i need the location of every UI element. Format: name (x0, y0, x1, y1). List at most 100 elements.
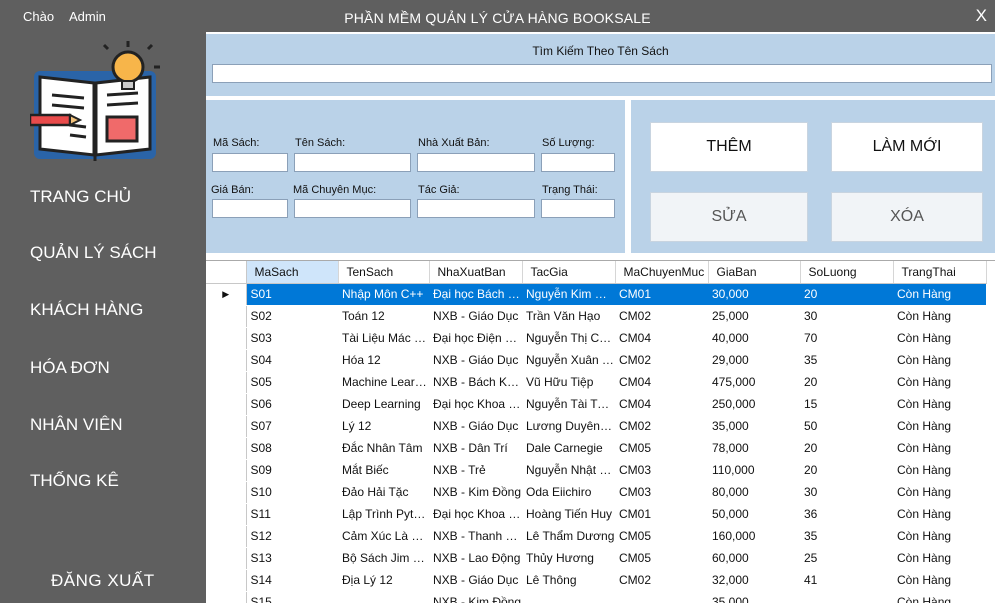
cell-trangthai[interactable]: Còn Hàng (893, 459, 986, 482)
ma-sach-input[interactable] (212, 153, 288, 172)
table-row[interactable]: S07Lý 12NXB - Giáo DụcLương Duyên BìnhCM… (206, 415, 986, 438)
cell-tacgia[interactable]: Nguyễn Nhật Ánh (522, 459, 615, 482)
cell-tacgia[interactable]: Lê Thông (522, 569, 615, 592)
cell-tacgia[interactable]: Vũ Hữu Tiệp (522, 371, 615, 394)
cell-tensach[interactable]: Đắc Nhân Tâm (338, 437, 429, 460)
ten-sach-input[interactable] (294, 153, 411, 172)
cell-giaban[interactable]: 78,000 (708, 437, 800, 460)
column-header-nhaxuatban[interactable]: NhaXuatBan (429, 261, 523, 284)
cell-nhaxuatban[interactable]: Đại học Khoa Học (429, 393, 522, 416)
row-header[interactable] (206, 305, 247, 328)
cell-tensach[interactable] (338, 591, 429, 603)
cell-trangthai[interactable]: Còn Hàng (893, 327, 986, 350)
ma-chuyen-muc-input[interactable] (294, 199, 411, 218)
cell-tensach[interactable]: Lý 12 (338, 415, 429, 438)
cell-machuyenmuc[interactable]: CM05 (615, 547, 708, 570)
cell-tacgia[interactable]: Dale Carnegie (522, 437, 615, 460)
table-row[interactable]: ▶ S01Nhập Môn C++Đại học Bách KhoaNguyễn … (206, 283, 986, 306)
table-row[interactable]: S14 Địa Lý 12 NXB - Giáo Dục Lê Thông CM02 32… (206, 569, 986, 592)
cell-machuyenmuc[interactable]: CM03 (615, 481, 708, 504)
cell-tensach[interactable]: Machine Learning (338, 371, 429, 394)
cell-trangthai[interactable]: Còn Hàng (893, 569, 986, 592)
cell-soluong[interactable]: 20 (800, 459, 893, 482)
column-header-tacgia[interactable]: TacGia (522, 261, 616, 284)
cell-nhaxuatban[interactable]: NXB - Bách Khoa (429, 371, 522, 394)
sidebar-item-customers[interactable]: KHÁCH HÀNG (30, 300, 143, 320)
cell-soluong[interactable]: 41 (800, 569, 893, 592)
cell-masach[interactable]: S10 (246, 481, 338, 504)
cell-giaban[interactable]: 25,000 (708, 305, 800, 328)
row-header[interactable] (206, 371, 247, 394)
cell-trangthai[interactable]: Còn Hàng (893, 503, 986, 526)
cell-masach[interactable]: S06 (246, 393, 338, 416)
column-header-masach[interactable]: MaSach (246, 261, 339, 284)
cell-soluong[interactable]: 25 (800, 547, 893, 570)
cell-nhaxuatban[interactable]: Đại học Bách Khoa (429, 283, 522, 306)
cell-tensach[interactable]: Nhập Môn C++ (338, 283, 429, 306)
cell-giaban[interactable]: 475,000 (708, 371, 800, 394)
column-header-giaban[interactable]: GiaBan (708, 261, 801, 284)
cell-tensach[interactable]: Cảm Xúc Là Kẻ Thù (338, 525, 429, 548)
gia-ban-input[interactable] (212, 199, 288, 218)
column-header-tensach[interactable]: TenSach (338, 261, 430, 284)
table-row[interactable]: S05 Machine Learning NXB - Bách Khoa Vũ Hữu… (206, 371, 986, 394)
column-header-trangthai[interactable]: TrangThai (893, 261, 987, 284)
cell-tacgia[interactable]: Nguyễn Thị Chung (522, 327, 615, 350)
cell-machuyenmuc[interactable]: CM04 (615, 327, 708, 350)
cell-tensach[interactable]: Deep Learning (338, 393, 429, 416)
cell-masach[interactable]: S08 (246, 437, 338, 460)
cell-tacgia[interactable]: Trần Văn Hạo (522, 305, 615, 328)
sidebar-item-invoices[interactable]: HÓA ĐƠN (30, 358, 110, 378)
cell-masach[interactable]: S04 (246, 349, 338, 372)
row-header[interactable] (206, 415, 247, 438)
cell-tacgia[interactable]: Lương Duyên Bình (522, 415, 615, 438)
cell-nhaxuatban[interactable]: NXB - Trẻ (429, 459, 522, 482)
row-header[interactable] (206, 547, 247, 570)
cell-masach[interactable]: S13 (246, 547, 338, 570)
cell-nhaxuatban[interactable]: NXB - Giáo Dục (429, 349, 522, 372)
cell-nhaxuatban[interactable]: NXB - Lao Động (429, 547, 522, 570)
column-header-machuyenmuc[interactable]: MaChuyenMuc (615, 261, 709, 284)
table-row[interactable]: S11 Lập Trình Python Đại học Khoa Học Hoàng… (206, 503, 986, 526)
column-header-soluong[interactable]: SoLuong (800, 261, 894, 284)
cell-machuyenmuc[interactable]: CM05 (615, 437, 708, 460)
table-row[interactable]: S12Cảm Xúc Là Kẻ ThùNXB - Thanh NiênLê T… (206, 525, 986, 548)
cell-soluong[interactable]: 15 (800, 393, 893, 416)
cell-nhaxuatban[interactable]: NXB - Giáo Dục (429, 305, 522, 328)
cell-machuyenmuc[interactable]: CM03 (615, 459, 708, 482)
logout-button[interactable]: ĐĂNG XUẤT (51, 571, 155, 591)
cell-tacgia[interactable] (522, 591, 615, 603)
nha-xuat-ban-input[interactable] (417, 153, 535, 172)
cell-masach[interactable]: S05 (246, 371, 338, 394)
row-header[interactable] (206, 349, 247, 372)
cell-giaban[interactable]: 160,000 (708, 525, 800, 548)
cell-masach[interactable]: S01 (246, 283, 338, 306)
cell-machuyenmuc[interactable]: CM02 (615, 569, 708, 592)
cell-trangthai[interactable]: Còn Hàng (893, 437, 986, 460)
cell-giaban[interactable]: 60,000 (708, 547, 800, 570)
cell-masach[interactable]: S07 (246, 415, 338, 438)
cell-machuyenmuc[interactable]: CM02 (615, 305, 708, 328)
cell-machuyenmuc[interactable]: CM04 (615, 393, 708, 416)
cell-trangthai[interactable]: Còn Hàng (893, 283, 986, 306)
trang-thai-input[interactable] (541, 199, 615, 218)
cell-masach[interactable]: S03 (246, 327, 338, 350)
cell-trangthai[interactable]: Còn Hàng (893, 547, 986, 570)
cell-tensach[interactable]: Bộ Sách Jim Rohn (338, 547, 429, 570)
cell-soluong[interactable]: 30 (800, 305, 893, 328)
cell-masach[interactable]: S14 (246, 569, 338, 592)
cell-trangthai[interactable]: Còn Hàng (893, 591, 986, 603)
cell-soluong[interactable]: 50 (800, 415, 893, 438)
cell-trangthai[interactable]: Còn Hàng (893, 525, 986, 548)
cell-masach[interactable]: S02 (246, 305, 338, 328)
cell-nhaxuatban[interactable]: NXB - Giáo Dục (429, 415, 522, 438)
cell-giaban[interactable]: 35,000 (708, 591, 800, 603)
cell-tacgia[interactable]: Oda Eiichiro (522, 481, 615, 504)
table-row[interactable]: S06 Deep Learning Đại học Khoa Học Nguyễn T… (206, 393, 986, 416)
cell-soluong[interactable]: 35 (800, 525, 893, 548)
refresh-button[interactable]: LÀM MỚI (831, 122, 983, 172)
cell-soluong[interactable]: 20 (800, 437, 893, 460)
cell-nhaxuatban[interactable]: NXB - Thanh Niên (429, 525, 522, 548)
close-button[interactable]: X (976, 6, 987, 26)
cell-giaban[interactable]: 110,000 (708, 459, 800, 482)
